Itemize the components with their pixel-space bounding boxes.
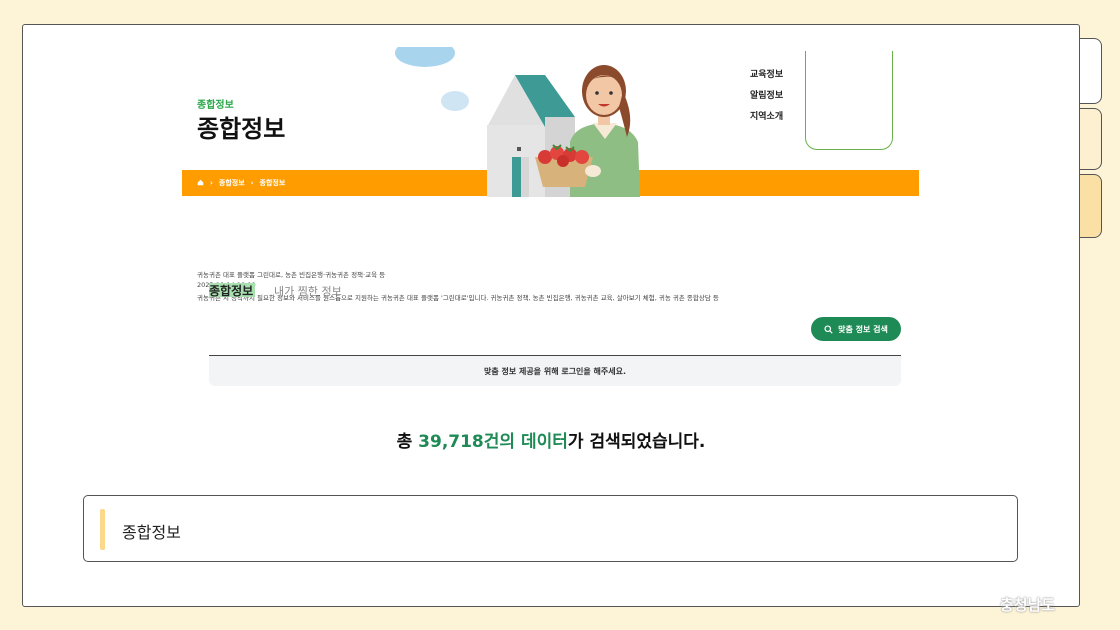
side-menu: 교육정보 알림정보 지역소개 [750, 65, 783, 128]
watermark-text: 충청남도 [1000, 596, 1056, 614]
side-tab-2[interactable] [1078, 108, 1102, 170]
breadcrumb: › 종합정보 › 종합정보 [197, 178, 285, 188]
info-section-label: 종합정보 [209, 284, 254, 298]
page-title: 종합정보 [197, 115, 286, 143]
home-icon[interactable] [197, 179, 204, 188]
section-card: 종합정보 [83, 495, 1018, 562]
result-summary: 총 39,718건의 데이터가 검색되었습니다. [23, 427, 1079, 452]
breadcrumb-item-2[interactable]: 종합정보 [260, 178, 286, 188]
section-accent-bar [100, 509, 105, 550]
search-icon [824, 324, 833, 334]
chevron-right-icon: › [210, 179, 213, 187]
favorites-label[interactable]: 내가 찜한 정보 [274, 283, 342, 299]
menu-item-education[interactable]: 교육정보 [750, 65, 783, 86]
content-window: 종합정보 종합정보 › 종합정보 › 종합정보 교육정보 알림정보 지역소개 귀… [22, 24, 1080, 607]
section-title: 종합정보 [122, 523, 181, 542]
result-suffix: 가 검색되었습니다. [567, 432, 706, 452]
info-title-line: 귀농귀촌 대표 플랫폼 그린대로, 농촌 빈집은행·귀농귀촌 정책·교육 등 [197, 271, 386, 279]
custom-search-button[interactable]: 맞춤 정보 검색 [811, 317, 901, 341]
chevron-right-icon: › [250, 179, 254, 187]
result-count: 39,718 [418, 432, 484, 452]
result-unit: 건의 데이터 [483, 432, 568, 452]
result-prefix: 총 [396, 432, 419, 452]
breadcrumb-item-1[interactable]: 종합정보 [219, 178, 245, 188]
login-notice[interactable]: 맞춤 정보 제공을 위해 로그인을 해주세요. [209, 355, 901, 386]
farmer-illustration [395, 47, 640, 197]
side-tab-3[interactable] [1078, 174, 1102, 238]
menu-item-region[interactable]: 지역소개 [750, 107, 783, 128]
login-notice-text: 맞춤 정보 제공을 위해 로그인을 해주세요. [483, 366, 627, 376]
custom-search-label: 맞춤 정보 검색 [838, 324, 888, 334]
menu-item-notice[interactable]: 알림정보 [750, 86, 783, 107]
side-tab-1[interactable] [1078, 38, 1102, 104]
submenu-panel [805, 51, 893, 150]
watermark-logo: 충청남도 [1000, 594, 1055, 615]
